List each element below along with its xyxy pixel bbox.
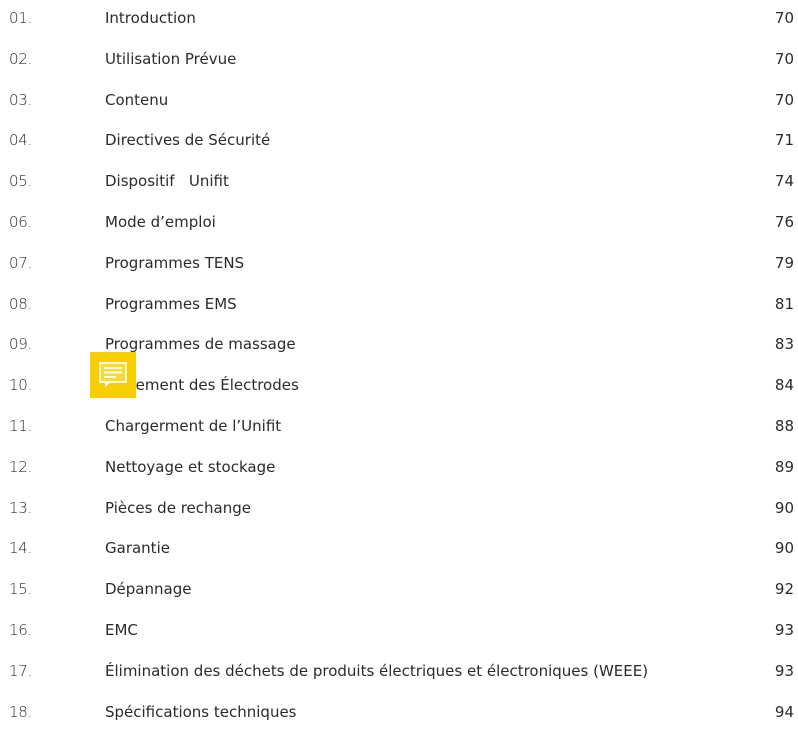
toc-entry-title[interactable]: Nettoyage et stockage <box>105 458 275 476</box>
toc-entry[interactable]: 04. Directives de Sécurité 71 <box>0 122 798 163</box>
toc-entry-number: 02. <box>9 49 32 68</box>
toc-entry-number: 08. <box>9 294 32 313</box>
toc-entry[interactable]: 05. Dispositif Unifit 74 <box>0 163 798 204</box>
toc-entry-title[interactable]: Contenu <box>105 91 168 109</box>
toc-entry[interactable]: 14. Garantie 90 <box>0 530 798 571</box>
toc-entry-title[interactable]: Directives de Sécurité <box>105 131 270 149</box>
toc-entry-page: 88 <box>774 416 794 435</box>
toc-entry-title[interactable]: Spécifications techniques <box>105 703 297 721</box>
toc-entry-title[interactable]: Introduction <box>105 9 196 27</box>
toc-entry[interactable]: 16. EMC 93 <box>0 612 798 653</box>
toc-entry[interactable]: 15. Dépannage 92 <box>0 571 798 612</box>
toc-entry-title[interactable]: Garantie <box>105 539 170 557</box>
toc-entry[interactable]: 03. Contenu 70 <box>0 82 798 123</box>
toc-entry-number: 18. <box>9 702 32 721</box>
toc-entry-page: 93 <box>774 620 794 639</box>
toc-entry[interactable]: 01. Introduction 70 <box>0 0 798 41</box>
toc-entry-page: 84 <box>774 376 794 395</box>
toc-entry-title[interactable]: Utilisation Prévue <box>105 50 236 68</box>
toc-entry-page: 89 <box>774 457 794 476</box>
toc-entry-number: 13. <box>9 498 32 517</box>
toc-entry[interactable]: 08. Programmes EMS 81 <box>0 286 798 327</box>
toc-entry-page: 70 <box>774 9 794 27</box>
toc-entry-number: 16. <box>9 620 32 639</box>
comment-note-icon <box>99 362 127 387</box>
toc-entry[interactable]: 12. Nettoyage et stockage 89 <box>0 449 798 490</box>
toc-entry-title[interactable]: Dispositif Unifit <box>105 172 229 190</box>
toc-entry-number: 10. <box>9 376 32 395</box>
toc-entry-title[interactable]: Chargerment de l’Unifit <box>105 417 281 435</box>
toc-entry-number: 17. <box>9 661 32 680</box>
toc-entry-title[interactable]: Dépannage <box>105 580 191 598</box>
toc-entry-page: 71 <box>774 131 794 150</box>
toc-entry-page: 92 <box>774 580 794 599</box>
toc-entry-number: 05. <box>9 172 32 191</box>
toc-entry[interactable]: 06. Mode d’emploi 76 <box>0 204 798 245</box>
toc-entry-page: 90 <box>774 498 794 517</box>
toc-entry[interactable]: 11. Chargerment de l’Unifit 88 <box>0 408 798 449</box>
toc-entry-title[interactable]: Mode d’emploi <box>105 213 216 231</box>
toc-entry-page: 93 <box>774 661 794 680</box>
toc-entry-title[interactable]: Élimination des déchets de produits élec… <box>105 662 648 680</box>
toc-entry-number: 07. <box>9 253 32 272</box>
toc-entry-page: 90 <box>774 539 794 558</box>
toc-entry-number: 03. <box>9 90 32 109</box>
comment-annotation[interactable] <box>90 352 136 398</box>
toc-entry-page: 83 <box>774 335 794 354</box>
toc-entry-page: 74 <box>774 172 794 191</box>
toc-entry-number: 12. <box>9 457 32 476</box>
toc-entry-title[interactable]: Programmes EMS <box>105 295 237 313</box>
toc-entry-number: 01. <box>9 9 32 27</box>
toc-entry-number: 04. <box>9 131 32 150</box>
toc-entry-number: 09. <box>9 335 32 354</box>
toc-entry-title[interactable]: Programmes TENS <box>105 254 244 272</box>
toc-entry-number: 14. <box>9 539 32 558</box>
toc-entry-title[interactable]: Pièces de rechange <box>105 499 251 517</box>
toc-entry-title[interactable]: Programmes de massage <box>105 335 296 353</box>
toc-entry-number: 06. <box>9 212 32 231</box>
toc-entry-page: 70 <box>774 90 794 109</box>
toc-entry-page: 76 <box>774 212 794 231</box>
toc-entry-page: 81 <box>774 294 794 313</box>
toc-entry-number: 15. <box>9 580 32 599</box>
toc-entry-title[interactable]: EMC <box>105 621 138 639</box>
toc-entry[interactable]: 13. Pièces de rechange 90 <box>0 490 798 531</box>
toc-entry-page: 79 <box>774 253 794 272</box>
toc-entry[interactable]: 02. Utilisation Prévue 70 <box>0 41 798 82</box>
toc-entry-page: 94 <box>774 702 794 721</box>
toc-entry-number: 11. <box>9 416 32 435</box>
toc-entry[interactable]: 07. Programmes TENS 79 <box>0 245 798 286</box>
toc-entry[interactable]: 17. Élimination des déchets de produits … <box>0 653 798 694</box>
toc-entry-page: 70 <box>774 49 794 68</box>
